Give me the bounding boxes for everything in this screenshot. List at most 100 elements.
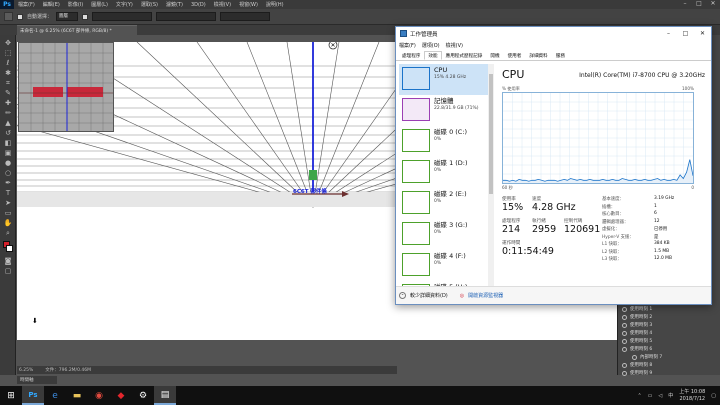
background-color-swatch[interactable]	[6, 245, 13, 252]
timeline-tab[interactable]: 時間軸	[17, 376, 57, 384]
ps-maximize-icon[interactable]: □	[692, 0, 706, 9]
resource-item[interactable]: CPU 15% 4.28 GHz	[399, 64, 489, 95]
visibility-eye-icon[interactable]	[622, 314, 627, 320]
auto-select-dropdown[interactable]: 圖層	[56, 12, 79, 21]
lasso-tool-icon[interactable]: ℓ	[3, 59, 13, 67]
transform-controls-checkbox[interactable]	[82, 13, 89, 20]
3d-mode-buttons[interactable]	[220, 12, 271, 21]
menu-help[interactable]: 說明(H)	[262, 1, 288, 8]
resource-item[interactable]: 磁碟 3 (G:) 0%	[399, 219, 489, 250]
close-icon[interactable]: ✕	[694, 27, 711, 40]
tab-details[interactable]: 詳細資料	[525, 51, 551, 60]
tab-performance[interactable]: 效能	[424, 51, 442, 60]
gradient-tool-icon[interactable]: ▣	[3, 149, 13, 157]
dodge-tool-icon[interactable]: ○	[3, 169, 13, 177]
blur-tool-icon[interactable]: ●	[3, 159, 13, 167]
photoshop-taskbar-icon[interactable]: Ps	[22, 386, 44, 405]
healing-tool-icon[interactable]: ✚	[3, 99, 13, 107]
move-tool-icon[interactable]: ✥	[3, 39, 13, 47]
visibility-eye-icon[interactable]	[622, 346, 627, 352]
resource-item[interactable]: 磁碟 1 (D:) 0%	[399, 157, 489, 188]
layer-item[interactable]: 使用時刻 6	[622, 345, 717, 353]
maximize-icon[interactable]: □	[677, 27, 694, 40]
tm-menu-view[interactable]: 檢視(V)	[446, 42, 463, 49]
layer-item[interactable]: 使用時刻 4	[622, 329, 717, 337]
open-resource-monitor-link[interactable]: 開啟資源監視器	[468, 292, 503, 299]
magic-wand-icon[interactable]: ✱	[3, 69, 13, 77]
file-explorer-taskbar-icon[interactable]: ▬	[66, 386, 88, 405]
marquee-tool-icon[interactable]: ⬚	[3, 49, 13, 57]
zoom-level[interactable]: 6.25%	[19, 368, 33, 373]
ime-icon[interactable]: 中	[668, 392, 673, 399]
menu-type[interactable]: 文字(Y)	[112, 1, 137, 8]
menu-file[interactable]: 檔案(F)	[14, 1, 39, 8]
tray-chevron-icon[interactable]: ⌃	[637, 393, 641, 399]
menu-view[interactable]: 檢視(V)	[210, 1, 235, 8]
visibility-eye-icon[interactable]	[622, 362, 627, 368]
history-brush-icon[interactable]: ↺	[3, 129, 13, 137]
tab-startup[interactable]: 開機	[486, 51, 503, 60]
layer-item[interactable]: 內部時刻 7	[622, 353, 717, 361]
navigator-thumbnail[interactable]	[18, 42, 114, 132]
visibility-eye-icon[interactable]	[622, 370, 627, 376]
taskbar-clock[interactable]: 上午 10:08 2018/7/12	[679, 389, 705, 403]
tm-menu-file[interactable]: 檔案(F)	[399, 42, 416, 49]
menu-window[interactable]: 視窗(W)	[235, 1, 262, 8]
type-tool-icon[interactable]: T	[3, 189, 13, 197]
ps-close-icon[interactable]: ✕	[706, 0, 720, 9]
resource-item[interactable]: 記憶體 22.8/31.9 GB (71%)	[399, 95, 489, 126]
path-select-icon[interactable]: ➤	[3, 199, 13, 207]
roblox-taskbar-icon[interactable]: ◆	[110, 386, 132, 405]
distribute-buttons[interactable]	[156, 12, 217, 21]
visibility-eye-icon[interactable]	[632, 354, 637, 360]
tab-processes[interactable]: 處理程序	[398, 51, 424, 60]
resource-list-scrollbar[interactable]	[488, 64, 494, 286]
auto-select-checkbox[interactable]	[17, 13, 23, 20]
fewer-details-chevron-icon[interactable]: ⌃	[399, 292, 406, 299]
menu-edit[interactable]: 編輯(E)	[39, 1, 64, 8]
layer-item[interactable]: 使用時刻 5	[622, 337, 717, 345]
shape-tool-icon[interactable]: ▭	[3, 209, 13, 217]
menu-image[interactable]: 影像(I)	[64, 1, 87, 8]
pen-tool-icon[interactable]: ✒	[3, 179, 13, 187]
visibility-eye-icon[interactable]	[622, 330, 627, 336]
fewer-details-link[interactable]: 較少詳細資料(D)	[410, 292, 448, 299]
cpu-usage-graph[interactable]	[502, 92, 694, 184]
document-tab[interactable]: 未命名-1 @ 6.25% (6C6T 部件條, RGB/8) *	[17, 25, 137, 35]
resource-item[interactable]: 磁碟 0 (C:) 0%	[399, 126, 489, 157]
zoom-tool-icon[interactable]: ⌕	[3, 229, 13, 237]
minimize-icon[interactable]: –	[660, 27, 677, 40]
tab-services[interactable]: 服務	[552, 51, 569, 60]
layer-item[interactable]: 使用時刻 9	[622, 369, 717, 377]
resource-item[interactable]: 磁碟 4 (F:) 0%	[399, 250, 489, 281]
eyedropper-icon[interactable]: ✎	[3, 89, 13, 97]
tab-app-history[interactable]: 應用程式歷程記錄	[442, 51, 487, 60]
crop-tool-icon[interactable]: ⌗	[3, 79, 13, 87]
move-tool-icon[interactable]	[4, 12, 13, 21]
resource-item[interactable]: 磁碟 2 (E:) 0%	[399, 188, 489, 219]
tab-users[interactable]: 使用者	[504, 51, 526, 60]
settings-taskbar-icon[interactable]: ⚙	[132, 386, 154, 405]
network-icon[interactable]: ▭	[648, 393, 653, 399]
tm-menu-options[interactable]: 選項(O)	[422, 42, 440, 49]
ps-minimize-icon[interactable]: –	[678, 0, 692, 9]
visibility-eye-icon[interactable]	[622, 338, 627, 344]
edge-taskbar-icon[interactable]: e	[44, 386, 66, 405]
notification-center-icon[interactable]: ▢	[711, 393, 716, 399]
menu-filter[interactable]: 濾鏡(T)	[162, 1, 187, 8]
menu-select[interactable]: 選取(S)	[137, 1, 162, 8]
layer-item[interactable]: 使用時刻 2	[622, 313, 717, 321]
layer-item[interactable]: 使用時刻 3	[622, 321, 717, 329]
start-button-icon[interactable]: ⊞	[0, 386, 22, 405]
layer-item[interactable]: 使用時刻 8	[622, 361, 717, 369]
screen-mode-icon[interactable]: ▢	[3, 267, 13, 275]
visibility-eye-icon[interactable]	[622, 322, 627, 328]
task-manager-taskbar-icon[interactable]: ▤	[154, 386, 176, 405]
brush-tool-icon[interactable]: ✏	[3, 109, 13, 117]
visibility-eye-icon[interactable]	[622, 306, 627, 312]
align-buttons[interactable]	[92, 12, 153, 21]
stamp-tool-icon[interactable]: ▲	[3, 119, 13, 127]
quick-mask-icon[interactable]: ◙	[3, 257, 13, 265]
hand-tool-icon[interactable]: ✋	[3, 219, 13, 227]
chrome-taskbar-icon[interactable]: ◉	[88, 386, 110, 405]
